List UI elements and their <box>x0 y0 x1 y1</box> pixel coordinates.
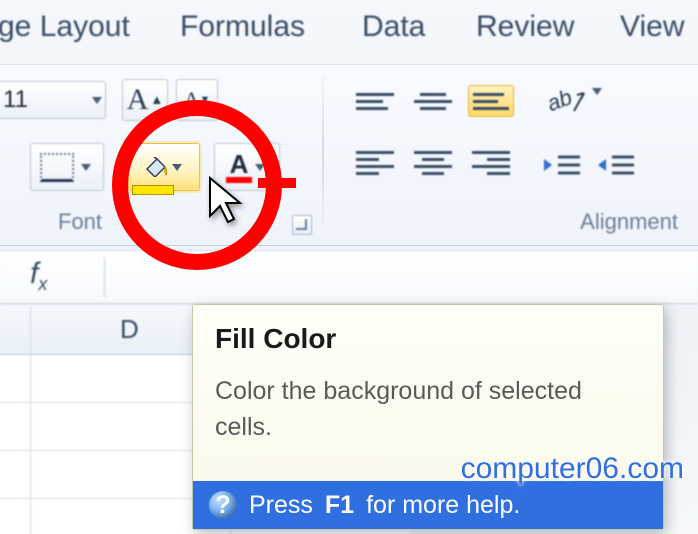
source-watermark: computer06.com <box>461 452 684 486</box>
tab-data[interactable]: Data <box>362 10 425 44</box>
decrease-font-size-button[interactable]: A▼ <box>176 79 218 121</box>
tab-review[interactable]: Review <box>476 10 574 44</box>
ribbon: 11 A▲ A▼ U A Font <box>0 64 698 246</box>
font-size-combo[interactable]: 11 <box>0 81 106 119</box>
svg-text:ab: ab <box>544 84 576 116</box>
fill-color-split-button[interactable] <box>128 143 200 191</box>
tooltip-footer-suffix: for more help. <box>366 491 520 520</box>
paint-bucket-icon <box>143 157 169 177</box>
ribbon-tabs: ge Layout Formulas Data Review View <box>0 6 698 60</box>
font-group-label: Font <box>58 209 102 235</box>
tab-page-layout[interactable]: ge Layout <box>0 10 130 44</box>
font-size-value: 11 <box>0 86 89 114</box>
excel-ribbon-screenshot: ge Layout Formulas Data Review View 11 A… <box>0 0 698 534</box>
tooltip-title: Fill Color <box>215 323 336 355</box>
help-icon: ? <box>209 491 237 519</box>
tooltip-body: Color the background of selected cells. <box>215 373 641 446</box>
align-bottom-button[interactable] <box>468 85 514 117</box>
tooltip-footer-prefix: Press <box>249 491 313 520</box>
increase-indent-button[interactable] <box>594 149 638 181</box>
tab-formulas[interactable]: Formulas <box>180 10 305 44</box>
align-top-button[interactable] <box>352 85 398 117</box>
group-divider <box>322 75 324 225</box>
tooltip-footer: ? Press F1 for more help. <box>193 481 663 529</box>
tab-view[interactable]: View <box>620 10 684 44</box>
alignment-group-label: Alignment <box>580 209 678 235</box>
align-center-button[interactable] <box>410 147 456 179</box>
align-right-button[interactable] <box>468 147 514 179</box>
orientation-dropdown[interactable] <box>592 95 602 113</box>
tooltip-footer-key: F1 <box>325 491 354 520</box>
align-middle-button[interactable] <box>410 85 456 117</box>
align-left-button[interactable] <box>352 147 398 179</box>
column-header-d[interactable]: D <box>120 314 139 345</box>
formula-bar: fx <box>0 250 698 304</box>
increase-font-size-button[interactable]: A▲ <box>122 79 168 121</box>
borders-icon <box>40 153 74 182</box>
orientation-button[interactable]: ab <box>542 81 590 121</box>
fill-color-tooltip: Fill Color Color the background of selec… <box>192 304 664 530</box>
font-color-label: A <box>226 151 253 183</box>
fx-icon[interactable]: fx <box>30 257 47 295</box>
decrease-indent-button[interactable] <box>540 149 584 181</box>
formula-bar-divider <box>104 257 105 297</box>
annotation-tick <box>258 178 296 188</box>
fill-color-swatch <box>132 185 174 195</box>
font-dialog-launcher[interactable] <box>292 215 312 235</box>
borders-split-button[interactable] <box>30 143 104 191</box>
gridline <box>30 306 31 534</box>
